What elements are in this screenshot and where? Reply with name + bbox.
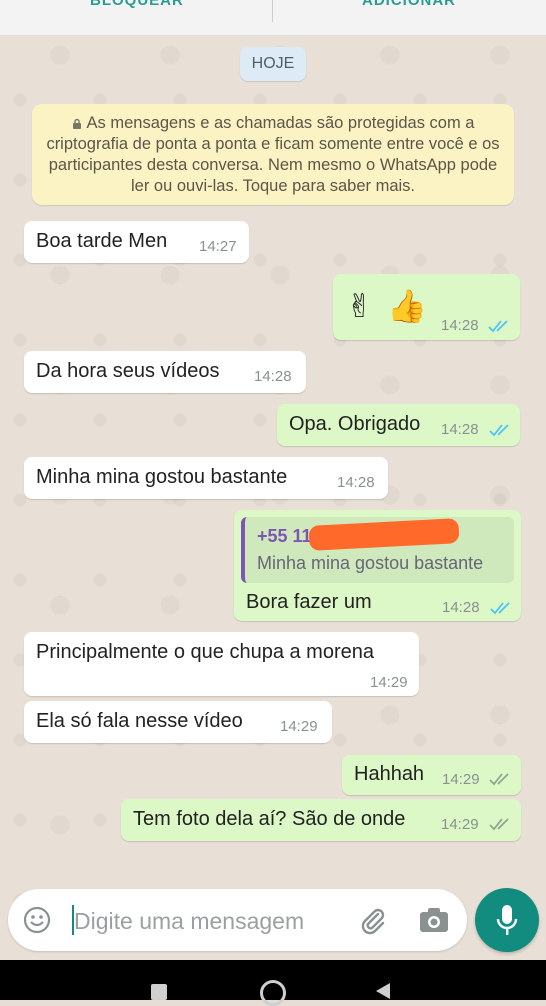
delivered-ticks-icon <box>489 773 509 786</box>
message-text: Bora fazer um <box>246 591 372 613</box>
add-contact-button[interactable]: ADICIONAR <box>362 0 456 9</box>
home-button[interactable] <box>260 980 286 1006</box>
block-button[interactable]: BLOQUEAR <box>90 0 184 9</box>
message-time: 14:27 <box>199 238 237 255</box>
date-chip: HOJE <box>240 47 306 81</box>
message-bubble-outgoing-reply[interactable]: +55 11 Minha mina gostou bastante Bora f… <box>234 510 521 621</box>
read-ticks-icon <box>489 424 509 437</box>
back-button[interactable] <box>374 982 392 1000</box>
redaction-mark <box>308 518 460 551</box>
message-composer: Digite uma mensagem <box>8 889 467 951</box>
message-bubble-outgoing[interactable]: ✌ 👍 14:28 <box>333 274 520 340</box>
lock-icon <box>72 118 81 129</box>
system-navigation-bar <box>0 960 546 1006</box>
quoted-sender: +55 11 <box>257 526 312 546</box>
message-text: Da hora seus vídeos <box>36 360 220 382</box>
message-bubble-incoming[interactable]: Ela só fala nesse vídeo 14:29 <box>24 701 332 743</box>
camera-icon[interactable] <box>419 907 449 933</box>
message-bubble-outgoing[interactable]: Opa. Obrigado 14:28 <box>277 404 520 446</box>
quoted-text: Minha mina gostou bastante <box>257 553 484 573</box>
message-time: 14:29 <box>370 674 408 691</box>
message-bubble-incoming[interactable]: Minha mina gostou bastante 14:28 <box>24 457 388 499</box>
message-time: 14:28 <box>254 368 292 385</box>
encryption-notice-text: As mensagens e as chamadas são protegida… <box>46 114 500 195</box>
message-text: Boa tarde Men <box>36 230 168 252</box>
message-bubble-incoming[interactable]: Principalmente o que chupa a morena 14:2… <box>24 632 419 696</box>
read-ticks-icon <box>488 320 508 333</box>
microphone-icon <box>496 905 518 935</box>
message-bubble-outgoing[interactable]: Hahhah 14:29 <box>342 755 521 795</box>
message-time: 14:28 <box>441 317 479 334</box>
voice-message-button[interactable] <box>475 888 539 952</box>
contact-action-bar: BLOQUEAR ADICIONAR <box>0 0 546 36</box>
thumbs-up-emoji: 👍 <box>387 288 427 324</box>
message-text: Tem foto dela aí? São de onde <box>133 808 406 830</box>
encryption-notice[interactable]: As mensagens e as chamadas são protegida… <box>32 104 514 205</box>
message-bubble-outgoing[interactable]: Tem foto dela aí? São de onde 14:29 <box>121 799 521 841</box>
message-bubble-incoming[interactable]: Boa tarde Men 14:27 <box>24 221 249 263</box>
message-time: 14:28 <box>441 421 479 438</box>
message-text: Principalmente o que chupa a morena <box>36 641 374 663</box>
message-input[interactable]: Digite uma mensagem <box>74 908 304 935</box>
quoted-message[interactable]: +55 11 Minha mina gostou bastante <box>241 517 514 583</box>
peace-sign-emoji: ✌ <box>346 288 373 324</box>
message-time: 14:29 <box>441 816 479 833</box>
message-text: Ela só fala nesse vídeo <box>36 710 243 732</box>
message-text: Hahhah <box>354 763 425 785</box>
message-text: Opa. Obrigado <box>289 413 421 435</box>
read-ticks-icon <box>490 602 510 615</box>
attach-icon[interactable] <box>358 906 388 936</box>
divider <box>272 0 273 22</box>
message-time: 14:28 <box>337 474 375 491</box>
message-time: 14:29 <box>280 718 318 735</box>
message-bubble-incoming[interactable]: Da hora seus vídeos 14:28 <box>24 351 306 393</box>
delivered-ticks-icon <box>489 818 509 831</box>
recents-button[interactable] <box>151 984 167 1000</box>
emoji-icon[interactable] <box>23 906 51 934</box>
message-time: 14:28 <box>442 599 480 616</box>
message-time: 14:29 <box>442 771 480 788</box>
message-text: Minha mina gostou bastante <box>36 466 288 488</box>
